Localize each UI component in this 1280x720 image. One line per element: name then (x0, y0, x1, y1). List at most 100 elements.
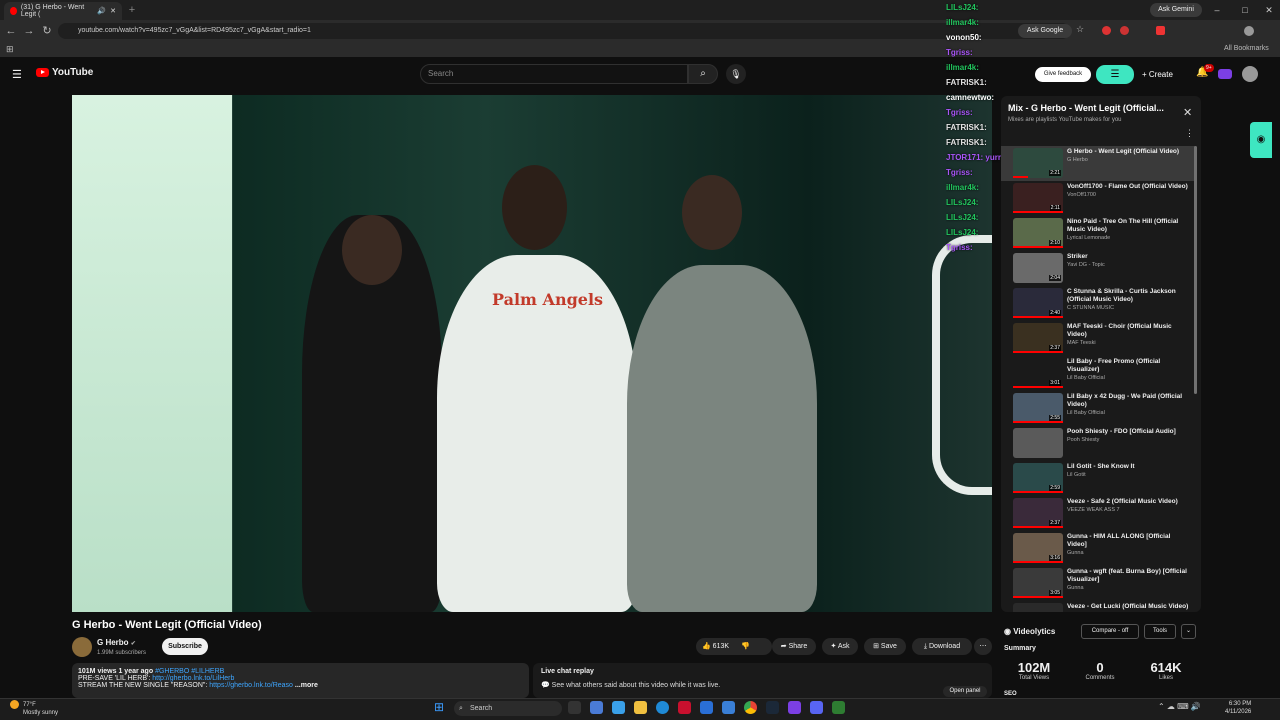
system-tray-icons[interactable]: ⌃ ☁ ⌨ 🔊 (1158, 702, 1201, 711)
subscribe-button[interactable]: Subscribe (162, 638, 208, 655)
playlist-item-title: Gunna - wgft (feat. Burna Boy) [Official… (1067, 568, 1187, 583)
playlist-item[interactable]: 2:21 G Herbo - Went Legit (Official Video… (1001, 146, 1195, 181)
ask-gemini-button[interactable]: Ask Gemini (1150, 3, 1202, 17)
search-icon[interactable]: ⌕ (688, 64, 718, 84)
taskbar-search[interactable]: ⌕ Search (454, 701, 562, 716)
like-button[interactable]: 👍 613K (702, 643, 729, 650)
video-description[interactable]: 101M views 1 year ago #GHERBO #LILHERB P… (72, 663, 529, 698)
video-figure (502, 165, 567, 250)
stream-link[interactable]: https://gherbo.lnk.to/Reaso (209, 682, 293, 689)
playlist-item-title: Striker (1067, 253, 1088, 260)
playlist-item-text: Gunna - wgft (feat. Burna Boy) [Official… (1067, 568, 1191, 599)
chrome-browser-icon[interactable] (744, 701, 757, 714)
live-chat-replay: Live chat replay 💬 See what others said … (533, 663, 992, 698)
playlist-item[interactable]: Pooh Shiesty - FDO [Official Audio] Pooh … (1001, 426, 1195, 461)
apps-grid-icon[interactable]: ⊞ (6, 44, 14, 55)
more-link[interactable]: ...more (295, 682, 318, 689)
weather-widget[interactable]: 77°F Mostly sunny (10, 700, 58, 717)
video-player[interactable]: Palm Angels (72, 95, 992, 612)
watch-progress-bar (1013, 491, 1063, 493)
presave-link[interactable]: http://gherbo.lnk.to/LilHerb (152, 675, 234, 682)
taskbar-app-icon[interactable] (788, 701, 801, 714)
profile-avatar[interactable] (1244, 26, 1254, 36)
taskbar-app-icon[interactable] (590, 701, 603, 714)
avatar[interactable] (1242, 66, 1258, 82)
taskbar-app-icon[interactable] (722, 701, 735, 714)
chat-message: FATRISK1: (946, 75, 1036, 90)
ask-button[interactable]: ✦ Ask (822, 638, 858, 655)
playlist-item[interactable]: 2:11 VonOff1700 - Flame Out (Official Vid… (1001, 181, 1195, 216)
playlist-item[interactable]: 3:01 Lil Baby - Free Promo (Official Visu… (1001, 356, 1195, 391)
extension-icon[interactable] (1156, 26, 1165, 35)
videolytics-side-tab[interactable]: ◉ (1250, 122, 1272, 158)
new-tab-button[interactable]: + (126, 4, 138, 16)
playlist-item[interactable]: 3:16 Gunna - HIM ALL ALONG [Official Vide… (1001, 531, 1195, 566)
more-actions-button[interactable]: ⋯ (974, 638, 992, 655)
playlist-item[interactable]: 2:04 Striker Yavi DG - Topic (1001, 251, 1195, 286)
channel-name[interactable]: G Herbo ✔ (97, 638, 136, 647)
chat-username: camnewtwo: (946, 93, 995, 102)
microphone-icon[interactable]: 🎙 (726, 64, 746, 84)
clock[interactable]: 6:30 PM 4/11/2026 (1225, 700, 1251, 716)
playlist-title[interactable]: Mix - G Herbo - Went Legit (Official... (1008, 103, 1178, 113)
playlist-item[interactable]: 2:59 Lil Gotit - She Know It Lil Gotit (1001, 461, 1195, 496)
windows-start-icon[interactable]: ⊞ (434, 701, 447, 714)
close-window-icon[interactable]: ✕ (1262, 3, 1276, 17)
channel-avatar[interactable] (72, 637, 92, 657)
playlist-item[interactable]: 2:10 Nino Paid - Tree On The Hill (Offici… (1001, 216, 1195, 251)
playlist-item-text: Veeze - Safe 2 (Official Music Video) VEE… (1067, 498, 1178, 529)
more-options-icon[interactable]: ⋮ (1185, 128, 1194, 139)
back-icon[interactable]: ← (3, 23, 19, 39)
playlist-item[interactable]: Veeze - Get Lucki (Official Music Video) (1001, 601, 1195, 612)
create-button[interactable]: + Create (1142, 67, 1184, 82)
download-button[interactable]: ⤓ Download (912, 638, 972, 655)
playlist-thumbnail: 2:55 (1013, 393, 1063, 423)
address-bar[interactable]: youtube.com/watch?v=495zc7_vGgA&list=RD4… (58, 23, 1070, 39)
all-bookmarks[interactable]: All Bookmarks (1224, 45, 1269, 52)
search-input[interactable]: Search (420, 64, 688, 84)
minimize-icon[interactable]: – (1210, 3, 1224, 17)
tab-close-icon[interactable]: ✕ (110, 7, 116, 15)
bookmark-star-icon[interactable]: ☆ (1076, 24, 1084, 35)
steam-icon[interactable] (766, 701, 779, 714)
maximize-icon[interactable]: □ (1238, 3, 1252, 17)
playlist-item-channel: Lil Baby Official (1067, 410, 1105, 416)
file-explorer-icon[interactable] (634, 701, 647, 714)
hashtags[interactable]: #GHERBO #LILHERB (155, 668, 224, 675)
discord-icon[interactable] (810, 701, 823, 714)
playlist-item[interactable]: 2:55 Lil Baby x 42 Dugg - We Paid (Offici… (1001, 391, 1195, 426)
playlist-item[interactable]: 2:40 C Stunna & Skrilla - Curtis Jackson … (1001, 286, 1195, 321)
task-view-icon[interactable] (568, 701, 581, 714)
taskbar-app-icon[interactable] (832, 701, 845, 714)
youtube-logo[interactable]: YouTube (36, 67, 93, 78)
taskbar-app-icon[interactable] (612, 701, 625, 714)
playlist-thumbnail: 3:05 (1013, 568, 1063, 598)
dislike-button[interactable]: 👎 (741, 643, 750, 650)
reload-icon[interactable]: ↻ (39, 23, 55, 39)
taskbar-app-icon[interactable] (678, 701, 691, 714)
browser-tab[interactable]: (31) G Herbo - Went Legit ( 🔊 ✕ (4, 2, 122, 20)
extension-icon[interactable] (1218, 69, 1232, 79)
open-panel-button[interactable]: Open panel (943, 686, 987, 697)
playlist-item[interactable]: 2:37 Veeze - Safe 2 (Official Music Video… (1001, 496, 1195, 531)
tools-dropdown[interactable]: Tools (1144, 624, 1176, 639)
extension-icon[interactable] (1102, 26, 1111, 35)
edge-browser-icon[interactable] (656, 701, 669, 714)
give-feedback-button[interactable]: Give feedback (1035, 67, 1091, 82)
forward-icon[interactable]: → (21, 23, 37, 39)
chat-username: illmar4k: (946, 18, 979, 27)
playlist-item-text: Striker Yavi DG - Topic (1067, 253, 1105, 284)
compare-toggle[interactable]: Compare - off (1081, 624, 1139, 639)
chat-username: vonon50: (946, 33, 982, 42)
scrollbar[interactable] (1194, 146, 1197, 394)
taskbar-app-icon[interactable] (700, 701, 713, 714)
playlist-item[interactable]: 2:37 MAF Teeski - Choir (Official Music V… (1001, 321, 1195, 356)
playlist-item[interactable]: 3:05 Gunna - wgft (feat. Burna Boy) [Offi… (1001, 566, 1195, 601)
extension-icon[interactable] (1120, 26, 1129, 35)
videolytics-toggle-button[interactable]: ☰ (1096, 65, 1134, 84)
share-button[interactable]: ➦ Share (772, 638, 816, 655)
chevron-down-icon[interactable]: ⌄ (1181, 624, 1196, 639)
save-button[interactable]: ⊞ Save (864, 638, 906, 655)
close-icon[interactable]: ✕ (1183, 106, 1192, 119)
hamburger-menu-icon[interactable]: ☰ (12, 68, 22, 81)
